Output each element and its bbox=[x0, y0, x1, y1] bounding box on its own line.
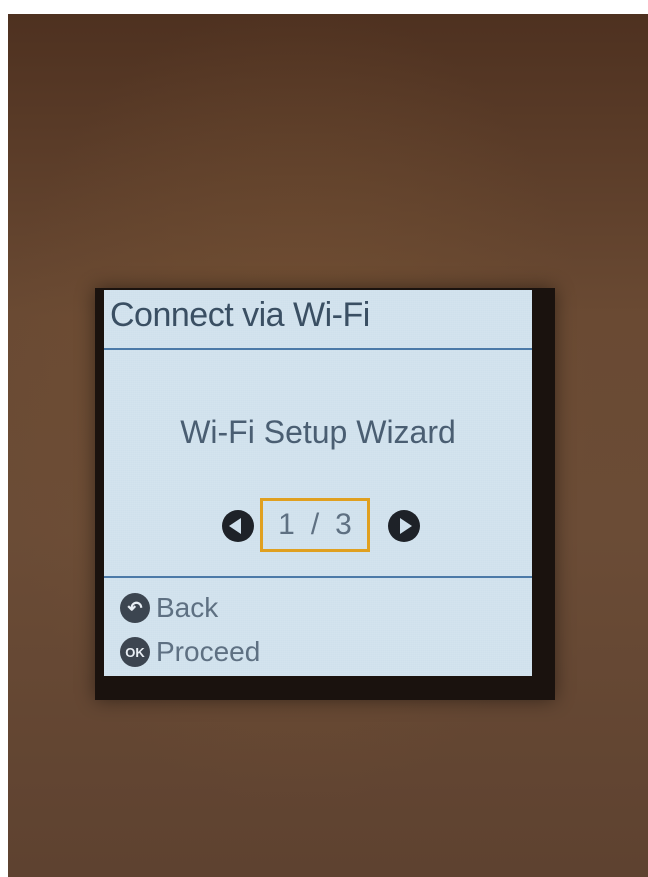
screen-title: Connect via Wi-Fi bbox=[110, 296, 370, 334]
proceed-softkey[interactable]: OK Proceed bbox=[120, 636, 260, 668]
back-label: Back bbox=[156, 592, 219, 623]
page-selector[interactable]: 1 / 3 bbox=[222, 496, 422, 558]
proceed-label: Proceed bbox=[156, 636, 261, 667]
softkey-divider bbox=[104, 576, 532, 578]
title-divider bbox=[104, 348, 532, 350]
menu-item-label: Wi-Fi Setup Wizard bbox=[180, 414, 456, 450]
return-icon bbox=[120, 593, 150, 623]
lcd-screen: Connect via Wi-Fi Wi-Fi Setup Wizard 1 /… bbox=[104, 290, 532, 676]
page-indicator[interactable]: 1 / 3 bbox=[260, 498, 370, 552]
left-arrow-icon[interactable] bbox=[222, 510, 254, 542]
ok-icon: OK bbox=[120, 637, 150, 667]
back-softkey[interactable]: Back bbox=[120, 592, 218, 624]
page-separator: / bbox=[310, 508, 320, 541]
total-pages: 3 bbox=[335, 508, 352, 541]
right-arrow-icon[interactable] bbox=[388, 510, 420, 542]
current-page: 1 bbox=[278, 508, 295, 541]
